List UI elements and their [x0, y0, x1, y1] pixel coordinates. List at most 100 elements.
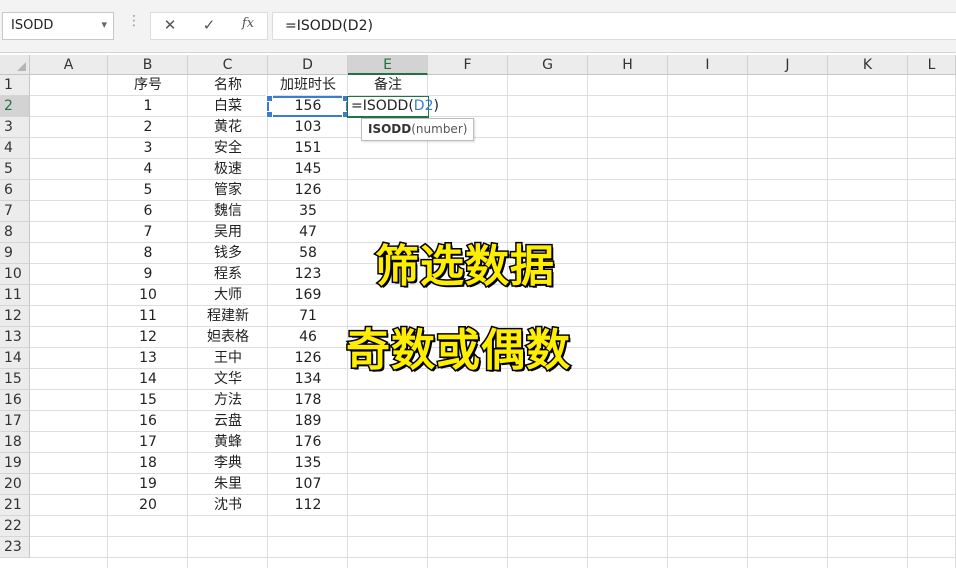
row-header-13[interactable]: 13: [0, 327, 30, 348]
column-header-f[interactable]: F: [428, 55, 508, 75]
table-cell-overtime[interactable]: 134: [268, 369, 348, 390]
row-header-20[interactable]: 20: [0, 474, 30, 495]
row-header-10[interactable]: 10: [0, 264, 30, 285]
table-cell-overtime[interactable]: 135: [268, 453, 348, 474]
table-cell-overtime[interactable]: 58: [268, 243, 348, 264]
table-cell-overtime[interactable]: 178: [268, 390, 348, 411]
row-header-7[interactable]: 7: [0, 201, 30, 222]
table-cell-index[interactable]: 12: [108, 327, 188, 348]
table-cell-name[interactable]: 程系: [188, 264, 268, 285]
header-cell-index[interactable]: 序号: [108, 75, 188, 96]
table-cell-overtime[interactable]: 47: [268, 222, 348, 243]
table-cell-index[interactable]: 8: [108, 243, 188, 264]
column-header-c[interactable]: C: [188, 55, 268, 75]
table-cell-overtime[interactable]: 103: [268, 117, 348, 138]
header-cell-name[interactable]: 名称: [188, 75, 268, 96]
table-cell-index[interactable]: 17: [108, 432, 188, 453]
column-header-e[interactable]: E: [348, 55, 428, 75]
table-cell-index[interactable]: 19: [108, 474, 188, 495]
table-cell-overtime[interactable]: 151: [268, 138, 348, 159]
table-cell-name[interactable]: 吴用: [188, 222, 268, 243]
cell-editor[interactable]: =ISODD(D2): [351, 96, 439, 117]
table-cell-index[interactable]: 18: [108, 453, 188, 474]
table-cell-name[interactable]: 沈书: [188, 495, 268, 516]
row-header-17[interactable]: 17: [0, 411, 30, 432]
table-cell-name[interactable]: 文华: [188, 369, 268, 390]
table-cell-name[interactable]: 朱里: [188, 474, 268, 495]
table-cell-index[interactable]: 15: [108, 390, 188, 411]
column-header-h[interactable]: H: [588, 55, 668, 75]
table-cell-index[interactable]: 7: [108, 222, 188, 243]
row-header-6[interactable]: 6: [0, 180, 30, 201]
column-header-d[interactable]: D: [268, 55, 348, 75]
table-cell-overtime[interactable]: 126: [268, 180, 348, 201]
table-cell-overtime[interactable]: 123: [268, 264, 348, 285]
header-cell-remark[interactable]: 备注: [348, 75, 428, 96]
column-header-j[interactable]: J: [748, 55, 828, 75]
table-cell-overtime[interactable]: 169: [268, 285, 348, 306]
table-cell-name[interactable]: 王中: [188, 348, 268, 369]
table-cell-name[interactable]: 李典: [188, 453, 268, 474]
row-header-16[interactable]: 16: [0, 390, 30, 411]
table-cell-name[interactable]: 黄花: [188, 117, 268, 138]
table-cell-overtime[interactable]: 46: [268, 327, 348, 348]
row-header-3[interactable]: 3: [0, 117, 30, 138]
table-cell-index[interactable]: 13: [108, 348, 188, 369]
function-tooltip[interactable]: ISODD(number): [361, 118, 475, 141]
column-header-l[interactable]: L: [908, 55, 956, 75]
table-cell-name[interactable]: 白菜: [188, 96, 268, 117]
row-header-18[interactable]: 18: [0, 432, 30, 453]
table-cell-name[interactable]: 程建新: [188, 306, 268, 327]
table-cell-index[interactable]: 9: [108, 264, 188, 285]
row-header-12[interactable]: 12: [0, 306, 30, 327]
table-cell-name[interactable]: 方法: [188, 390, 268, 411]
table-cell-name[interactable]: 钱多: [188, 243, 268, 264]
table-cell-name[interactable]: 大师: [188, 285, 268, 306]
row-header-1[interactable]: 1: [0, 75, 30, 96]
table-cell-overtime[interactable]: 145: [268, 159, 348, 180]
cancel-icon[interactable]: ✕: [157, 16, 183, 36]
name-box[interactable]: ISODD ▾: [2, 12, 114, 40]
row-header-21[interactable]: 21: [0, 495, 30, 516]
table-cell-index[interactable]: 16: [108, 411, 188, 432]
row-header-23[interactable]: 23: [0, 537, 30, 558]
table-cell-name[interactable]: 极速: [188, 159, 268, 180]
spreadsheet-grid[interactable]: ABCDEFGHIJKL 1 2 3 4 5 6 7 8 9 10 11 12 13 14 15 16 17 18…: [0, 55, 956, 568]
table-cell-index[interactable]: 4: [108, 159, 188, 180]
table-cell-overtime[interactable]: 176: [268, 432, 348, 453]
enter-check-icon[interactable]: ✓: [196, 16, 222, 36]
table-cell-name[interactable]: 安全: [188, 138, 268, 159]
row-header-4[interactable]: 4: [0, 138, 30, 159]
table-cell-overtime[interactable]: 126: [268, 348, 348, 369]
table-cell-index[interactable]: 6: [108, 201, 188, 222]
column-header-k[interactable]: K: [828, 55, 908, 75]
row-header-22[interactable]: 22: [0, 516, 30, 537]
header-cell-overtime[interactable]: 加班时长: [268, 75, 348, 96]
table-cell-index[interactable]: 2: [108, 117, 188, 138]
select-all-button[interactable]: [0, 55, 30, 75]
column-header-b[interactable]: B: [108, 55, 188, 75]
insert-function-icon[interactable]: fx: [235, 16, 261, 36]
column-header-i[interactable]: I: [668, 55, 748, 75]
row-header-8[interactable]: 8: [0, 222, 30, 243]
table-cell-name[interactable]: 云盘: [188, 411, 268, 432]
row-header-19[interactable]: 19: [0, 453, 30, 474]
table-cell-overtime[interactable]: 189: [268, 411, 348, 432]
table-cell-index[interactable]: 10: [108, 285, 188, 306]
row-header-2[interactable]: 2: [0, 96, 30, 117]
formula-input[interactable]: =ISODD(D2): [272, 12, 956, 40]
table-cell-overtime[interactable]: 35: [268, 201, 348, 222]
chevron-down-icon[interactable]: ▾: [101, 18, 107, 31]
table-cell-name[interactable]: 妲表格: [188, 327, 268, 348]
table-cell-index[interactable]: 20: [108, 495, 188, 516]
table-cell-index[interactable]: 11: [108, 306, 188, 327]
table-cell-index[interactable]: 14: [108, 369, 188, 390]
row-header-15[interactable]: 15: [0, 369, 30, 390]
column-header-a[interactable]: A: [30, 55, 108, 75]
table-cell-index[interactable]: 3: [108, 138, 188, 159]
table-cell-name[interactable]: 管家: [188, 180, 268, 201]
tooltip-function-name[interactable]: ISODD: [368, 122, 411, 136]
table-cell-name[interactable]: 魏信: [188, 201, 268, 222]
column-header-g[interactable]: G: [508, 55, 588, 75]
table-cell-overtime[interactable]: 107: [268, 474, 348, 495]
